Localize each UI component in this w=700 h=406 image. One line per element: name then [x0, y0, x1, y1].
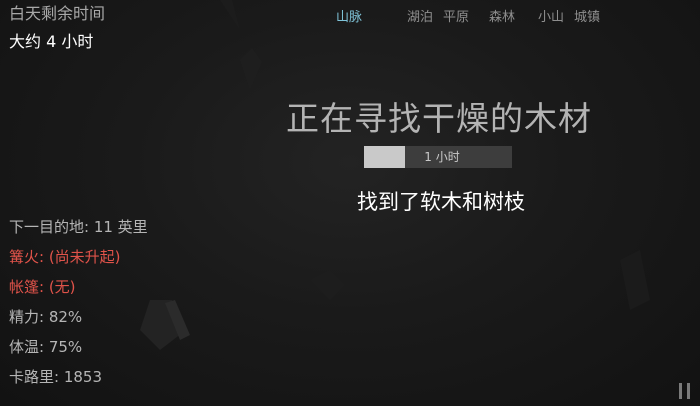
tab-mountains[interactable]: 山脉 — [336, 6, 362, 25]
progress-label-wrap: 1 小时 — [364, 146, 512, 168]
daylight-remaining-value: 大约 4 小时 — [9, 32, 94, 51]
daylight-remaining-label: 白天剩余时间 — [9, 4, 106, 23]
stat-campfire: 篝火: (尚未升起) — [9, 248, 121, 266]
stat-body-temp: 体温: 75% — [9, 338, 83, 356]
pause-icon — [679, 383, 682, 399]
stat-destination: 下一目的地: 11 英里 — [9, 218, 148, 236]
tab-town[interactable]: 城镇 — [574, 6, 600, 25]
status-panel: 下一目的地: 11 英里 篝火: (尚未升起) 帐篷: (无) 精力: 82% … — [9, 216, 148, 396]
stat-energy: 精力: 82% — [9, 308, 83, 326]
pause-button[interactable] — [676, 381, 694, 401]
action-title: 正在寻找干燥的木材 — [286, 99, 592, 138]
progress-label: 1 小时 — [424, 150, 460, 164]
stat-calories: 卡路里: 1853 — [9, 368, 102, 386]
progress-bar: 1 小时 — [364, 146, 512, 168]
stat-tent: 帐篷: (无) — [9, 278, 76, 296]
tab-hills[interactable]: 小山 — [538, 6, 564, 25]
pause-icon-bar — [687, 383, 690, 399]
tab-plains[interactable]: 平原 — [443, 6, 469, 25]
tab-forest[interactable]: 森林 — [489, 6, 515, 25]
action-result: 找到了软木和树枝 — [357, 190, 525, 214]
tab-lakes[interactable]: 湖泊 — [407, 6, 433, 25]
